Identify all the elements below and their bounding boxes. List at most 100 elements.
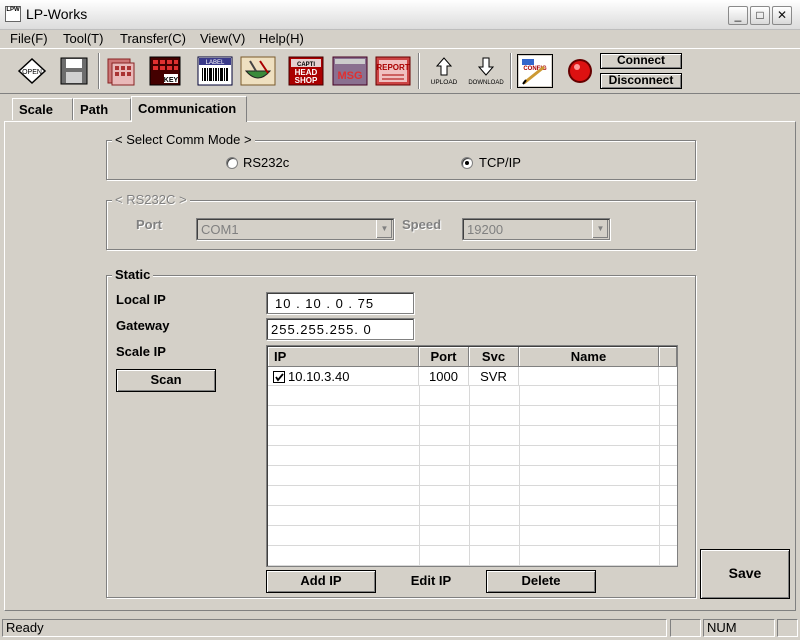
head-shop-icon: CAPTI HEAD SHOP	[288, 56, 324, 86]
plu-button[interactable]	[104, 54, 140, 88]
tcpip-radio[interactable]	[461, 157, 473, 169]
report-icon: REPORT	[375, 56, 411, 86]
title-bar: LPW LP-Works _ □ ✕	[0, 0, 800, 30]
column-header-ip[interactable]: IP	[268, 347, 419, 367]
gateway-label: Gateway	[116, 318, 170, 333]
empty-row	[268, 467, 677, 486]
tab-scale[interactable]: Scale	[12, 98, 73, 120]
bowl-icon	[240, 56, 276, 86]
disconnect-button[interactable]: Disconnect	[600, 73, 682, 89]
status-panel-empty	[777, 619, 798, 637]
keyboard-icon: KEY	[149, 56, 181, 86]
connect-button[interactable]: Connect	[600, 53, 682, 69]
status-num: NUM	[703, 619, 775, 637]
menu-tool[interactable]: Tool(T)	[63, 31, 103, 46]
empty-row	[268, 427, 677, 446]
minimize-button[interactable]: _	[728, 6, 748, 25]
speed-label: Speed	[402, 217, 442, 232]
edit-ip-button[interactable]: Edit IP	[376, 570, 486, 593]
toolbar: OPEN KEY LABEL CAPTI HEAD SHOP MSG REPOR…	[0, 48, 800, 94]
status-text: Ready	[2, 619, 667, 637]
table-row[interactable]: 10.10.3.40 1000 SVR	[268, 367, 677, 386]
port-label: Port	[136, 217, 162, 232]
empty-row	[268, 547, 677, 566]
speed-select[interactable]: 19200 ▼	[462, 218, 610, 240]
tcpip-radio-label[interactable]: TCP/IP	[479, 155, 521, 170]
upload-button[interactable]: UPLOAD	[425, 54, 463, 88]
open-button[interactable]: OPEN	[14, 54, 50, 88]
scale-ip-label: Scale IP	[116, 344, 166, 359]
app-icon: LPW	[5, 6, 21, 22]
download-button[interactable]: DOWNLOAD	[465, 54, 507, 88]
empty-row	[268, 447, 677, 466]
rs232c-radio-label[interactable]: RS232c	[243, 155, 289, 170]
scan-button[interactable]: Scan	[116, 369, 216, 392]
label-button[interactable]: LABEL	[197, 54, 233, 88]
red-light-icon	[568, 59, 592, 83]
msg-button[interactable]: MSG	[332, 54, 368, 88]
menu-transfer[interactable]: Transfer(C)	[120, 31, 186, 46]
save-button[interactable]: Save	[700, 549, 790, 599]
chevron-down-icon[interactable]: ▼	[376, 220, 392, 238]
menu-bar: File(F) Tool(T) Transfer(C) View(V) Help…	[0, 30, 800, 48]
ip-value: 10.10.3.40	[288, 369, 350, 384]
svg-text:OPEN: OPEN	[22, 69, 42, 76]
head-shop-button[interactable]: CAPTI HEAD SHOP	[288, 54, 324, 88]
svg-text:KEY: KEY	[164, 77, 179, 84]
menu-file[interactable]: File(F)	[10, 31, 48, 46]
maximize-button[interactable]: □	[750, 6, 770, 25]
upload-arrow-icon: UPLOAD	[431, 57, 458, 86]
rs232c-group-title: < RS232C >	[112, 192, 190, 207]
report-button[interactable]: REPORT	[375, 54, 411, 88]
empty-row	[268, 487, 677, 506]
key-button[interactable]: KEY	[147, 54, 183, 88]
local-ip-label: Local IP	[116, 292, 166, 307]
svg-text:DOWNLOAD: DOWNLOAD	[468, 80, 504, 86]
port-cell: 1000	[419, 367, 469, 386]
status-panel-empty	[670, 619, 701, 637]
floppy-icon	[60, 57, 88, 85]
connection-status-light	[562, 54, 598, 88]
column-header-port[interactable]: Port	[419, 347, 469, 367]
speed-value: 19200	[467, 222, 504, 237]
download-arrow-icon: DOWNLOAD	[468, 57, 504, 86]
comm-mode-title: < Select Comm Mode >	[112, 132, 255, 147]
column-divider	[469, 386, 470, 566]
name-cell	[519, 367, 659, 386]
config-button[interactable]: CONFIG	[517, 54, 553, 88]
empty-row	[268, 527, 677, 546]
chevron-down-icon[interactable]: ▼	[592, 220, 608, 238]
rs232c-radio[interactable]	[226, 157, 238, 169]
port-value: COM1	[201, 222, 239, 237]
tab-path[interactable]: Path	[73, 98, 131, 120]
port-select[interactable]: COM1 ▼	[196, 218, 394, 240]
delete-button[interactable]: Delete	[486, 570, 596, 593]
menu-view[interactable]: View(V)	[200, 31, 245, 46]
gateway-input[interactable]: 255.255.255. 0	[266, 318, 414, 340]
scale-ip-list[interactable]: IP Port Svc Name 10.10.3.40 1000 SVR	[266, 345, 678, 567]
column-header-svc[interactable]: Svc	[469, 347, 519, 367]
svg-text:LABEL: LABEL	[206, 60, 225, 66]
column-header-name[interactable]: Name	[519, 347, 659, 367]
save-file-button[interactable]	[56, 54, 92, 88]
close-button[interactable]: ✕	[772, 6, 792, 25]
toolbar-separator	[510, 53, 512, 89]
plu-icon	[107, 58, 135, 86]
local-ip-input[interactable]: 10 . 10 . 0 . 75	[266, 292, 414, 314]
svg-text:UPLOAD: UPLOAD	[431, 79, 458, 86]
column-divider	[419, 386, 420, 566]
toolbar-separator	[418, 53, 420, 89]
menu-help[interactable]: Help(H)	[259, 31, 304, 46]
static-group-title: Static	[112, 267, 154, 282]
tab-communication[interactable]: Communication	[131, 96, 247, 122]
column-divider	[659, 386, 660, 566]
barcode-label-icon: LABEL	[197, 56, 233, 86]
svg-text:SHOP: SHOP	[295, 76, 318, 85]
empty-row	[268, 387, 677, 406]
ingredient-button[interactable]	[240, 54, 276, 88]
add-ip-button[interactable]: Add IP	[266, 570, 376, 593]
toolbar-separator	[98, 53, 100, 89]
row-checkbox[interactable]	[273, 371, 285, 383]
empty-row	[268, 507, 677, 526]
open-icon: OPEN	[17, 57, 47, 85]
